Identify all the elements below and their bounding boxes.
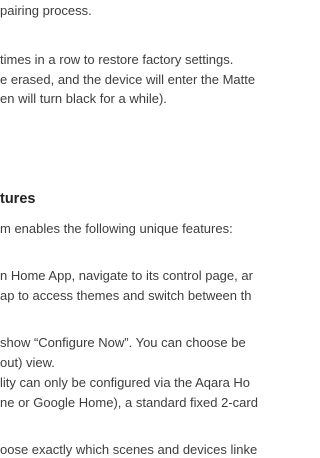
text-line: times in a row to restore factory settin… xyxy=(0,52,234,67)
text-line: e erased, and the device will enter the … xyxy=(0,72,256,87)
text-line: lity can only be configured via the Aqar… xyxy=(0,375,251,390)
text-line: out) view. xyxy=(0,355,55,370)
text-line: pairing process. xyxy=(0,3,92,18)
text-line: n Home App, navigate to its control page… xyxy=(0,268,253,283)
section-heading: tures xyxy=(0,191,36,207)
text-line: en will turn black for a while). xyxy=(0,91,167,106)
text-line: m enables the following unique features: xyxy=(0,221,233,236)
text-line: ap to access themes and switch between t… xyxy=(0,288,252,303)
text-line: show “Configure Now”. You can choose be xyxy=(0,335,246,350)
text-line: oose exactly which scenes and devices li… xyxy=(0,442,258,457)
text-line: ne or Google Home), a standard fixed 2-c… xyxy=(0,395,258,410)
